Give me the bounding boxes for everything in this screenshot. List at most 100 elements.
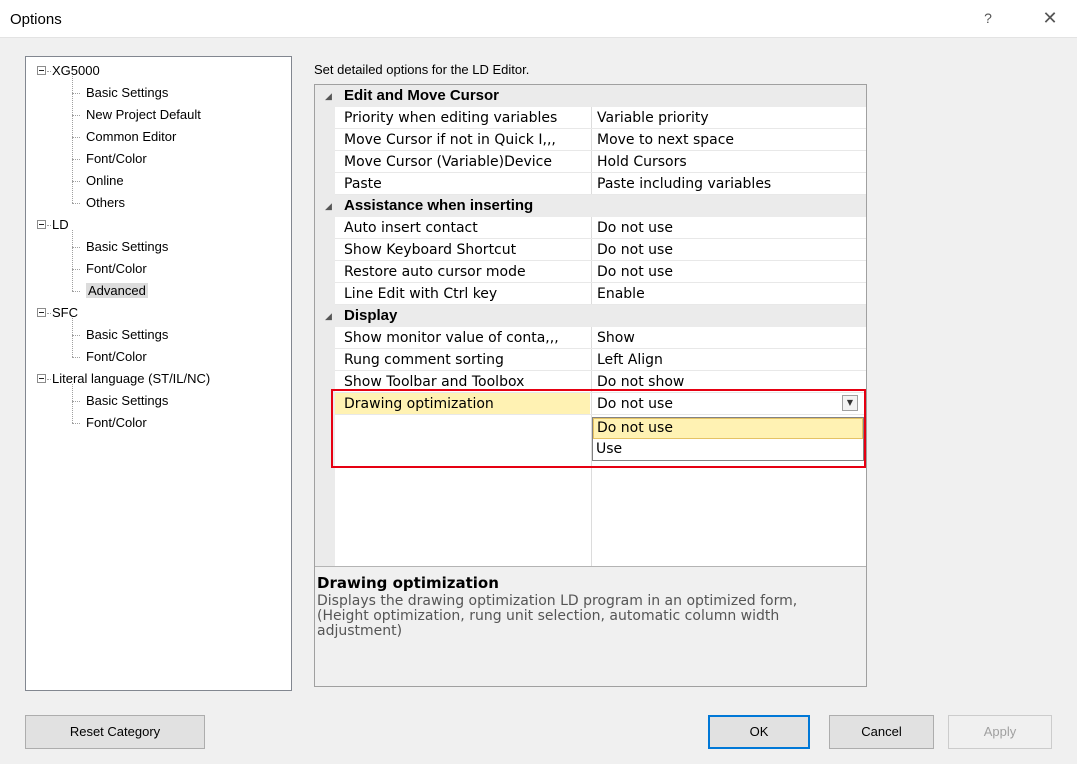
ok-button[interactable]: OK bbox=[708, 715, 810, 749]
tree-connector bbox=[47, 379, 51, 380]
grid-row[interactable]: Rung comment sorting Left Align bbox=[315, 349, 866, 371]
tree-node[interactable]: Literal language (ST/IL/NC) bbox=[52, 369, 210, 389]
close-button[interactable]: ✕ bbox=[1038, 6, 1062, 30]
tree-leaf[interactable]: Common Editor bbox=[86, 127, 176, 147]
property-value[interactable]: Left Align bbox=[597, 349, 865, 371]
tree-leaf[interactable]: Basic Settings bbox=[86, 325, 168, 345]
tree-item-label: Font/Color bbox=[86, 415, 147, 430]
category-tree[interactable]: XG5000 Basic Settings New Project Default C… bbox=[25, 56, 292, 691]
tree-leaf[interactable]: Others bbox=[86, 193, 125, 213]
tree-item-label: Online bbox=[86, 173, 124, 188]
collapse-icon[interactable] bbox=[37, 220, 46, 229]
property-value[interactable]: Do not use bbox=[597, 217, 865, 239]
tree-connector bbox=[72, 115, 80, 116]
collapse-icon[interactable] bbox=[37, 66, 46, 75]
tree-connector bbox=[72, 230, 73, 291]
grid-category[interactable]: ◢ Edit and Move Cursor bbox=[315, 85, 866, 107]
property-value[interactable]: Hold Cursors bbox=[597, 151, 865, 173]
tree-connector bbox=[72, 401, 80, 402]
tree-item-label: Basic Settings bbox=[86, 239, 169, 254]
property-value[interactable]: Paste including variables bbox=[597, 173, 865, 195]
tree-connector bbox=[72, 291, 80, 292]
tree-connector bbox=[72, 269, 80, 270]
tree-leaf[interactable]: Font/Color bbox=[86, 413, 147, 433]
collapse-triangle-icon[interactable]: ◢ bbox=[325, 85, 332, 107]
property-name: Auto insert contact bbox=[344, 220, 478, 236]
grid-category-label: Assistance when inserting bbox=[344, 197, 534, 214]
collapse-triangle-icon[interactable]: ◢ bbox=[325, 305, 332, 327]
grid-row[interactable]: Priority when editing variables Variable … bbox=[315, 107, 866, 129]
grid-row[interactable]: Show Keyboard Shortcut Do not use bbox=[315, 239, 866, 261]
dropdown-arrow-icon[interactable]: ▼ bbox=[842, 395, 858, 411]
dropdown-list[interactable]: Do not use Use bbox=[592, 417, 864, 461]
cancel-button[interactable]: Cancel bbox=[829, 715, 934, 749]
apply-button[interactable]: Apply bbox=[948, 715, 1052, 749]
grid-category-label: Display bbox=[344, 307, 398, 324]
grid-category-label: Edit and Move Cursor bbox=[344, 87, 500, 104]
property-name: Priority when editing variables bbox=[344, 110, 558, 126]
tree-leaf[interactable]: Advanced bbox=[86, 281, 148, 301]
tree-connector bbox=[72, 384, 73, 423]
property-name: Show monitor value of conta,,, bbox=[344, 330, 559, 346]
tree-connector bbox=[72, 247, 80, 248]
collapse-icon[interactable] bbox=[37, 308, 46, 317]
tree-leaf[interactable]: Font/Color bbox=[86, 347, 147, 367]
collapse-triangle-icon[interactable]: ◢ bbox=[325, 195, 332, 217]
tree-connector bbox=[72, 318, 73, 357]
tree-connector bbox=[72, 159, 80, 160]
tree-leaf[interactable]: New Project Default bbox=[86, 105, 201, 125]
window-title: Options bbox=[10, 11, 62, 28]
grid-row[interactable]: Move Cursor if not in Quick I,,, Move to … bbox=[315, 129, 866, 151]
property-value[interactable]: Do not show bbox=[597, 371, 865, 393]
grid-row[interactable]: Restore auto cursor mode Do not use bbox=[315, 261, 866, 283]
tree-node[interactable]: LD bbox=[52, 215, 69, 235]
description-label: Set detailed options for the LD Editor. bbox=[314, 62, 530, 77]
grid-row[interactable]: Paste Paste including variables bbox=[315, 173, 866, 195]
property-name: Restore auto cursor mode bbox=[344, 264, 526, 280]
property-value[interactable]: Enable bbox=[597, 283, 865, 305]
property-name: Rung comment sorting bbox=[344, 352, 504, 368]
property-value[interactable]: Do not use bbox=[597, 393, 865, 415]
tree-leaf[interactable]: Basic Settings bbox=[86, 237, 168, 257]
tree-leaf[interactable]: Font/Color bbox=[86, 149, 147, 169]
tree-node[interactable]: XG5000 bbox=[52, 61, 100, 81]
grid-row[interactable]: Line Edit with Ctrl key Enable bbox=[315, 283, 866, 305]
property-name: Move Cursor (Variable)Device bbox=[344, 154, 552, 170]
reset-category-button[interactable]: Reset Category bbox=[25, 715, 205, 749]
property-name: Show Toolbar and Toolbox bbox=[344, 374, 525, 390]
property-value[interactable]: Variable priority bbox=[597, 107, 865, 129]
grid-row[interactable]: Drawing optimization Do not use ▼ bbox=[315, 393, 866, 415]
tree-item-label: Common Editor bbox=[86, 129, 177, 144]
help-button[interactable]: ? bbox=[976, 6, 1000, 30]
property-name: Line Edit with Ctrl key bbox=[344, 286, 498, 302]
property-value[interactable]: Show bbox=[597, 327, 865, 349]
grid-row[interactable]: Show Toolbar and Toolbox Do not show bbox=[315, 371, 866, 393]
tree-connector bbox=[72, 181, 80, 182]
collapse-icon[interactable] bbox=[37, 374, 46, 383]
grid-category[interactable]: ◢ Assistance when inserting bbox=[315, 195, 866, 217]
property-value[interactable]: Move to next space bbox=[597, 129, 865, 151]
tree-connector bbox=[47, 225, 51, 226]
tree-leaf[interactable]: Basic Settings bbox=[86, 391, 168, 411]
grid-row[interactable]: Move Cursor (Variable)Device Hold Cursors bbox=[315, 151, 866, 173]
tree-item-label: New Project Default bbox=[86, 107, 201, 122]
tree-connector bbox=[72, 93, 80, 94]
tree-node[interactable]: SFC bbox=[52, 303, 78, 323]
property-value[interactable]: Do not use bbox=[597, 261, 865, 283]
tree-leaf[interactable]: Online bbox=[86, 171, 124, 191]
help-title: Drawing optimization bbox=[317, 574, 499, 592]
grid-category[interactable]: ◢ Display bbox=[315, 305, 866, 327]
dropdown-option[interactable]: Use bbox=[593, 439, 863, 460]
dropdown-option[interactable]: Do not use bbox=[593, 418, 863, 439]
property-grid[interactable]: Drawing optimization Displays the drawin… bbox=[314, 84, 867, 687]
grid-row[interactable]: Show monitor value of conta,,, Show bbox=[315, 327, 866, 349]
title-bar: Options ? ✕ bbox=[0, 0, 1077, 38]
property-name: Move Cursor if not in Quick I,,, bbox=[344, 132, 556, 148]
help-panel: Drawing optimization Displays the drawin… bbox=[315, 566, 866, 686]
tree-leaf[interactable]: Basic Settings bbox=[86, 83, 168, 103]
tree-item-label: Advanced bbox=[86, 283, 148, 298]
tree-connector bbox=[72, 203, 80, 204]
grid-row[interactable]: Auto insert contact Do not use bbox=[315, 217, 866, 239]
property-value[interactable]: Do not use bbox=[597, 239, 865, 261]
tree-leaf[interactable]: Font/Color bbox=[86, 259, 147, 279]
